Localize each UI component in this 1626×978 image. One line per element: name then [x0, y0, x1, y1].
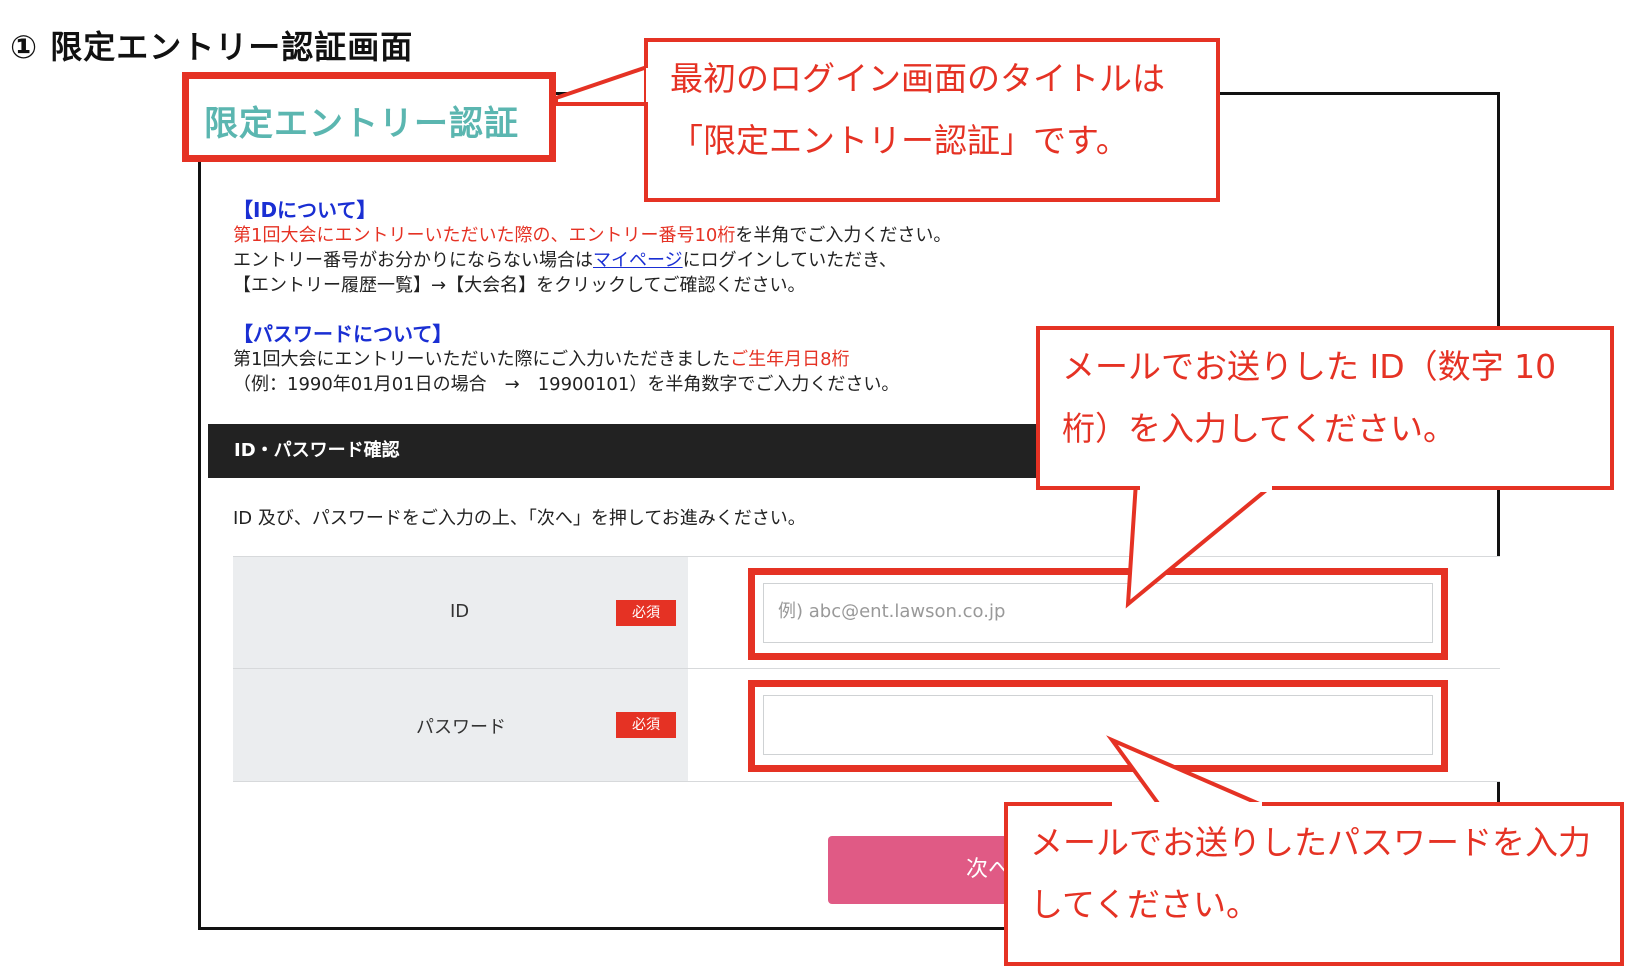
- id-callout: メールでお送りした ID（数字 10 桁）を入力してください。: [1036, 326, 1614, 490]
- password-required-badge: 必須: [616, 712, 676, 738]
- password-info-line2: （例：1990年01月01日の場合 → 19900101）を半角数字でご入力くだ…: [233, 374, 900, 395]
- id-info-line1: 第1回大会にエントリーいただいた際の、エントリー番号10桁を半角でご入力ください…: [233, 223, 951, 248]
- password-info-line1: 第1回大会にエントリーいただいた際にご入力いただきましたご生年月日8桁: [233, 347, 899, 372]
- password-info: 【パスワードについて】 第1回大会にエントリーいただいた際にご入力いただきました…: [233, 322, 899, 397]
- password-callout: メールでお送りしたパスワードを入力してください。: [1004, 802, 1624, 966]
- page-title: 限定エントリー認証: [204, 104, 519, 144]
- id-info-line1-rest: を半角でご入力ください。: [735, 225, 952, 246]
- instruction-text: ID 及び、パスワードをご入力の上、「次へ」を押してお進みください。: [233, 508, 806, 529]
- password-info-heading: 【パスワードについて】: [233, 322, 453, 346]
- password-input[interactable]: [763, 695, 1433, 755]
- id-input-highlight: 例) abc@ent.lawson.co.jp: [748, 568, 1448, 660]
- id-info-line2-pre: エントリー番号がお分かりにならない場合は: [233, 250, 593, 271]
- id-info-line3: 【エントリー履歴一覧】→【大会名】をクリックしてご確認ください。: [233, 275, 806, 296]
- password-info-line1-pre: 第1回大会にエントリーいただいた際にご入力いただきました: [233, 349, 731, 370]
- password-label: パスワード: [416, 717, 506, 738]
- id-input[interactable]: 例) abc@ent.lawson.co.jp: [763, 583, 1433, 643]
- password-input-highlight: [748, 680, 1448, 772]
- title-callout: 最初のログイン画面のタイトルは「限定エントリー認証」です。: [644, 38, 1220, 202]
- id-info-line2: エントリー番号がお分かりにならない場合はマイページにログインしていただき、: [233, 248, 951, 273]
- document-heading: ① 限定エントリー認証画面: [10, 28, 414, 66]
- mypage-link[interactable]: マイページ: [593, 250, 683, 271]
- password-info-line1-red: ご生年月日8桁: [730, 349, 850, 370]
- id-label: ID: [450, 601, 470, 622]
- id-info-line1-red: 第1回大会にエントリーいただいた際の、エントリー番号10桁: [233, 225, 736, 246]
- id-required-badge: 必須: [616, 600, 676, 626]
- id-info-line2-post: にログインしていただき、: [682, 250, 897, 271]
- id-info: 【IDについて】 第1回大会にエントリーいただいた際の、エントリー番号10桁を半…: [233, 198, 951, 298]
